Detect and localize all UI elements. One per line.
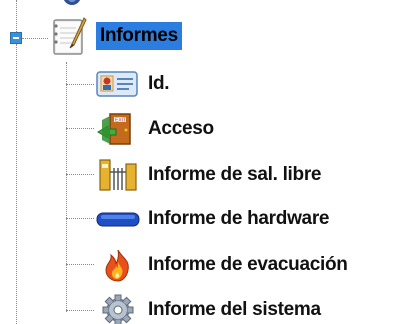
tree-node-label-informe-evacuacion[interactable]: Informe de evacuación <box>148 253 348 277</box>
tree-connector-child <box>66 84 94 85</box>
hardware-device-icon <box>96 206 140 232</box>
tree-connector-child <box>66 264 94 265</box>
tree-connector-child <box>66 218 94 219</box>
tree-connector-child <box>66 310 94 311</box>
tree-node-id[interactable]: Id. <box>96 70 170 98</box>
previous-node-icon <box>60 0 84 8</box>
exit-door-icon: EXIT <box>96 112 140 146</box>
id-card-icon <box>96 70 138 98</box>
tree-node-label-informe-sistema[interactable]: Informe del sistema <box>148 298 321 322</box>
tree-node-informe-evacuacion[interactable]: Informe de evacuación <box>96 248 348 282</box>
tree-node-label-acceso[interactable]: Acceso <box>148 117 214 141</box>
tree-connector-child <box>66 174 94 175</box>
collapse-toggle[interactable] <box>10 32 22 44</box>
fire-icon <box>96 248 140 282</box>
tree-node-label-informe-sal-libre[interactable]: Informe de sal. libre <box>148 163 322 187</box>
tree-connector-parent-below <box>16 44 17 324</box>
report-notebook-icon <box>48 14 92 58</box>
tree-node-informe-hardware[interactable]: Informe de hardware <box>96 206 329 232</box>
tree-connector-child <box>66 128 94 129</box>
tree-node-acceso[interactable]: EXIT Acceso <box>96 112 214 146</box>
tree-node-label-id[interactable]: Id. <box>148 72 170 96</box>
tree-node-informe-sistema[interactable]: Informe del sistema <box>96 294 321 324</box>
tree-connector-children <box>66 62 67 312</box>
gate-icon <box>96 158 140 192</box>
tree-node-label-informe-hardware[interactable]: Informe de hardware <box>148 207 329 231</box>
tree-view: Informes Id. EXIT Acceso Informe de sal.… <box>0 0 398 324</box>
svg-text:EXIT: EXIT <box>115 118 126 124</box>
tree-node-informe-sal-libre[interactable]: Informe de sal. libre <box>96 158 322 192</box>
tree-node-label-informes[interactable]: Informes <box>96 22 182 50</box>
tree-node-informes[interactable]: Informes <box>48 14 182 58</box>
minus-icon <box>13 37 19 39</box>
tree-connector-root <box>22 38 48 39</box>
gear-icon <box>96 294 140 324</box>
tree-connector-parent <box>16 0 17 32</box>
